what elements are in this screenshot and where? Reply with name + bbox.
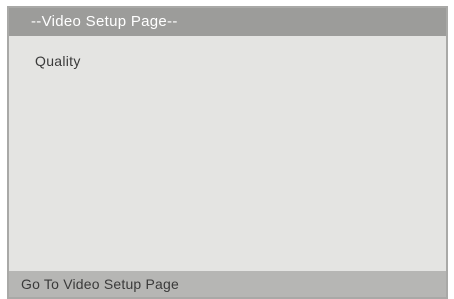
- setup-menu-screen: --Video Setup Page-- Quality Go To Video…: [7, 6, 448, 299]
- status-bar-hint: Go To Video Setup Page: [9, 271, 446, 297]
- menu-panel: Quality: [9, 36, 446, 271]
- menu-item-quality[interactable]: Quality: [35, 52, 81, 70]
- page-title: --Video Setup Page--: [9, 8, 446, 36]
